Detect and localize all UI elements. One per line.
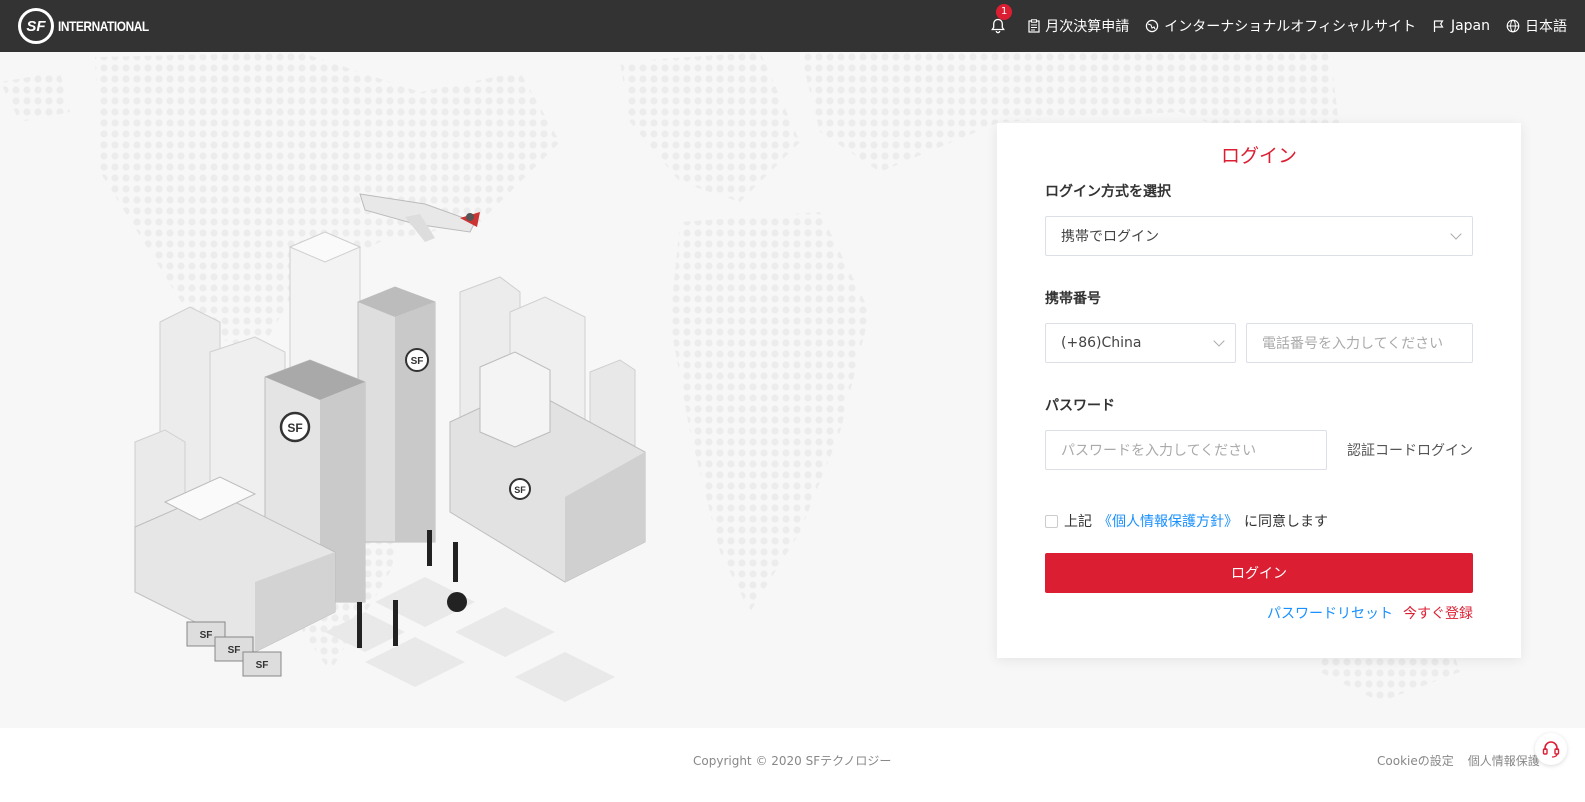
agree-suffix: に同意します — [1244, 514, 1328, 530]
airplane-icon — [359, 193, 480, 242]
copyright-text: Copyright © 2020 SFテクノロジー — [693, 754, 892, 768]
svg-text:SF: SF — [200, 630, 213, 641]
login-button[interactable]: ログイン — [1045, 553, 1473, 593]
phone-number-input[interactable]: 電話番号を入力してください — [1246, 323, 1473, 363]
hq-tower: SF — [357, 286, 436, 543]
login-method-value: 携帯でログイン — [1061, 229, 1159, 245]
phone-label: 携帯番号 — [1045, 291, 1101, 307]
nav-monthly-label: 月次決算申請 — [1045, 19, 1130, 35]
login-card: ログイン ログイン方式を選択 携帯でログイン 携帯番号 (+86)China 電… — [997, 123, 1521, 658]
plaza-floor — [325, 577, 615, 702]
login-method-select[interactable]: 携帯でログイン — [1045, 216, 1473, 256]
privacy-link[interactable]: 個人情報保護 — [1468, 752, 1540, 769]
notification-bell-button[interactable]: 1 — [990, 4, 1013, 34]
country-code-value: (+86)China — [1061, 335, 1142, 351]
footer-links: Cookieの設定 個人情報保護 — [1377, 752, 1540, 769]
nav-official-site-label: インターナショナルオフィシャルサイト — [1164, 19, 1416, 35]
agree-prefix: 上記 — [1064, 514, 1092, 530]
svg-text:SF: SF — [514, 485, 526, 495]
footer: Copyright © 2020 SFテクノロジー Cookieの設定 個人情報… — [0, 728, 1585, 802]
chevron-down-icon — [1450, 228, 1462, 240]
customer-support-button[interactable] — [1535, 733, 1567, 765]
login-method-label: ログイン方式を選択 — [1045, 184, 1171, 200]
phone-row: (+86)China 電話番号を入力してください — [1045, 323, 1473, 363]
flag-icon — [1433, 20, 1444, 32]
register-link[interactable]: 今すぐ登録 — [1403, 603, 1473, 623]
auth-links: パスワードリセット 今すぐ登録 — [1045, 603, 1473, 623]
verification-code-login-link[interactable]: 認証コードログイン — [1347, 440, 1473, 460]
notification-count-badge: 1 — [996, 4, 1013, 20]
sf-logo-icon: SF — [18, 8, 54, 44]
cookie-settings-link[interactable]: Cookieの設定 — [1377, 752, 1454, 769]
nav-language-selector[interactable]: 日本語 — [1506, 16, 1567, 36]
phone-placeholder: 電話番号を入力してください — [1262, 336, 1444, 352]
agree-checkbox[interactable] — [1045, 514, 1058, 528]
nav-language-label: 日本語 — [1525, 19, 1567, 35]
nav-official-site[interactable]: インターナショナルオフィシャルサイト — [1145, 16, 1416, 36]
password-reset-link[interactable]: パスワードリセット — [1267, 603, 1393, 623]
sf-international-logo[interactable]: SF INTERNATIONAL — [18, 8, 165, 44]
svg-text:SF: SF — [411, 356, 424, 367]
official-site-icon — [1146, 19, 1159, 33]
nav-country-label: Japan — [1450, 18, 1490, 34]
agreement-row: 上記 《個人情報保護方針》 に同意します — [1045, 511, 1473, 531]
password-input[interactable]: パスワードを入力してください — [1045, 430, 1327, 470]
header-nav: 1 月次決算申請 インターナショナルオフィシャルサイト Japan 日本語 — [990, 4, 1567, 36]
clipboard-icon — [1028, 19, 1040, 33]
privacy-policy-link[interactable]: 《個人情報保護方針》 — [1098, 511, 1238, 531]
svg-text:SF: SF — [287, 421, 302, 435]
svg-text:SF: SF — [228, 645, 241, 656]
country-code-select[interactable]: (+86)China — [1045, 323, 1236, 363]
top-navigation-bar: SF INTERNATIONAL 1 月次決算申請 インターナショナルオフィシャ… — [0, 0, 1585, 52]
nav-country-selector[interactable]: Japan — [1432, 18, 1490, 34]
globe-icon — [1506, 19, 1520, 33]
nav-monthly-settlement[interactable]: 月次決算申請 — [1028, 16, 1129, 36]
headset-icon — [1542, 741, 1560, 758]
city-illustration: SF SF SF SF SF SF — [134, 193, 646, 702]
bell-icon — [991, 18, 1006, 34]
chevron-down-icon — [1213, 335, 1225, 347]
svg-text:SF: SF — [256, 660, 269, 671]
password-label: パスワード — [1045, 398, 1115, 414]
login-title: ログイン — [1220, 145, 1297, 167]
password-row: パスワードを入力してください 認証コードログイン — [1045, 430, 1473, 470]
password-placeholder: パスワードを入力してください — [1061, 443, 1257, 459]
logo-text: INTERNATIONAL — [58, 18, 149, 34]
